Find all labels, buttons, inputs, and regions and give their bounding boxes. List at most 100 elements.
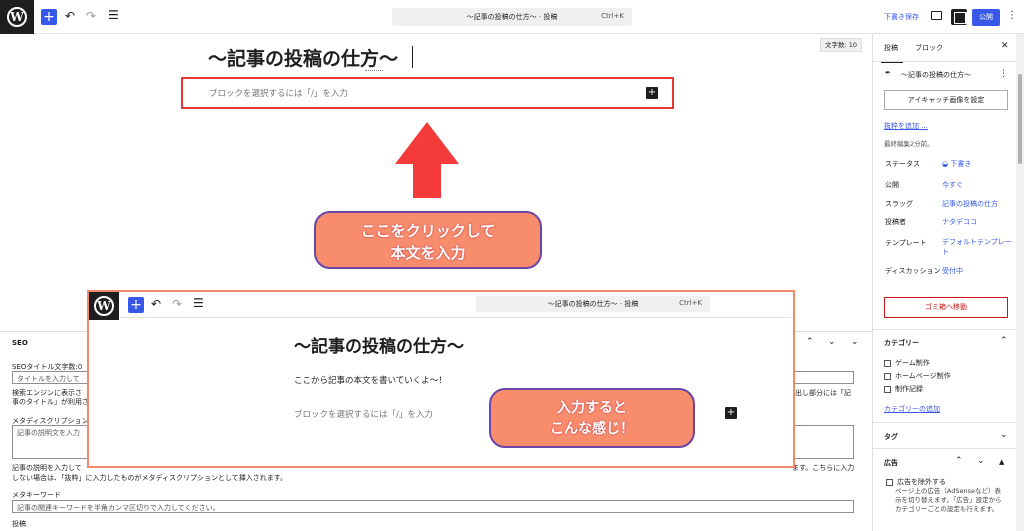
- command-title: 〜記事の投稿の仕方〜 · 投稿: [547, 300, 639, 308]
- category-item[interactable]: ホームページ制作: [884, 371, 951, 381]
- add-category-link[interactable]: カテゴリーの追加: [884, 404, 940, 414]
- preview-icon[interactable]: [931, 11, 942, 20]
- command-palette: 〜記事の投稿の仕方〜 · 投稿 Ctrl+K: [476, 296, 710, 312]
- publish-button[interactable]: 公開: [972, 9, 1000, 26]
- seo-title-help-right: 出し部分には「記: [795, 389, 851, 397]
- undo-icon[interactable]: ↶: [65, 9, 75, 23]
- post-options-icon[interactable]: ⋮: [999, 69, 1008, 79]
- meta-description-help: しない場合は、「抜粋」に入力したものがメタディスクリプションとして挿入されます。: [12, 474, 288, 482]
- inset-block-placeholder: ブロックを選択するには「/」を入力: [294, 410, 433, 420]
- divider: [873, 329, 1017, 330]
- checkbox[interactable]: [884, 385, 891, 393]
- triangle-up-icon[interactable]: ▲: [999, 458, 1004, 466]
- command-shortcut: Ctrl+K: [601, 12, 624, 20]
- status-value[interactable]: ◒ 下書き: [942, 159, 1014, 169]
- category-label: ゲーム制作: [895, 359, 930, 367]
- chevron-down-icon[interactable]: ⌄: [851, 337, 859, 347]
- divider: [873, 61, 1017, 62]
- chevron-down-icon[interactable]: ⌄: [1000, 430, 1008, 440]
- redo-icon[interactable]: ↷: [86, 9, 96, 23]
- category-heading[interactable]: カテゴリー: [884, 338, 919, 348]
- wordpress-logo-icon: W: [89, 292, 119, 320]
- meta-description-help: 記事の説明を入力して: [12, 464, 82, 472]
- redo-icon: ↷: [172, 297, 183, 311]
- ad-exclude-option[interactable]: 広告を除外する: [886, 477, 946, 487]
- sidebar-scrollbar[interactable]: [1016, 34, 1024, 531]
- template-value[interactable]: デフォルトテンプレート: [942, 237, 1014, 257]
- seo-title-help: 事のタイトル」が利用さ: [12, 398, 89, 406]
- author-value[interactable]: ナタデココ: [942, 217, 1014, 227]
- tab-post[interactable]: 投稿: [884, 43, 898, 53]
- featured-image-button[interactable]: アイキャッチ画像を設定: [884, 90, 1008, 110]
- block-inserter-button[interactable]: +: [646, 87, 658, 99]
- title-underline: [365, 70, 383, 71]
- checkbox[interactable]: [886, 478, 893, 486]
- callout-line: 本文を入力: [390, 244, 466, 262]
- discussion-value[interactable]: 受付中: [942, 266, 1014, 276]
- slug-value[interactable]: 記事の投稿の仕方: [942, 199, 1014, 209]
- checkbox[interactable]: [884, 372, 891, 380]
- post-footer-label: 投稿: [12, 520, 26, 528]
- status-label: ステータス: [885, 160, 920, 168]
- author-label: 投稿者: [885, 218, 906, 226]
- command-title: 〜記事の投稿の仕方〜 · 投稿: [466, 13, 558, 21]
- template-label: テンプレート: [885, 239, 927, 247]
- inset-toolbar: W + ↶ ↷ ☰ 〜記事の投稿の仕方〜 · 投稿 Ctrl+K: [89, 292, 793, 320]
- meta-keyword-label: メタキーワード: [12, 491, 61, 499]
- chevron-up-icon[interactable]: ⌃: [1000, 336, 1008, 346]
- empty-block-highlight[interactable]: ブロックを選択するには「/」を入力 +: [181, 77, 674, 109]
- last-edited-text: 最終編集2分前。: [884, 140, 934, 148]
- result-example-screenshot: W + ↶ ↷ ☰ 〜記事の投稿の仕方〜 · 投稿 Ctrl+K 〜記事の投稿の…: [87, 290, 795, 468]
- tab-block[interactable]: ブロック: [915, 43, 943, 53]
- chevron-down-icon[interactable]: ⌄: [977, 456, 985, 466]
- close-icon[interactable]: ✕: [1001, 41, 1009, 51]
- callout-line: 入力すると: [557, 400, 627, 416]
- block-inserter-button: +: [725, 407, 737, 419]
- add-excerpt-link[interactable]: 抜粋を追加 ...: [884, 121, 928, 131]
- category-label: ホームページ制作: [895, 372, 951, 380]
- divider: [873, 422, 1017, 423]
- chevron-up-icon[interactable]: ⌃: [806, 337, 814, 347]
- command-palette[interactable]: 〜記事の投稿の仕方〜 · 投稿 Ctrl+K: [392, 8, 632, 26]
- add-block-button: +: [128, 297, 144, 313]
- scrollbar-thumb[interactable]: [1018, 74, 1022, 164]
- ad-heading[interactable]: 広告: [884, 458, 898, 468]
- block-placeholder: ブロックを選択するには「/」を入力: [209, 89, 348, 99]
- checkbox[interactable]: [884, 359, 891, 367]
- post-pen-icon: ✒: [885, 69, 891, 77]
- wordpress-logo-icon[interactable]: W: [0, 0, 34, 34]
- seo-title-placeholder: タイトルを入力して: [17, 375, 80, 383]
- text-caret: [412, 46, 413, 68]
- add-block-button[interactable]: +: [41, 9, 57, 25]
- discussion-label: ディスカッション: [885, 267, 941, 275]
- command-shortcut: Ctrl+K: [679, 299, 702, 307]
- tag-heading[interactable]: タグ: [884, 432, 898, 442]
- more-options-icon[interactable]: ⋮: [1007, 10, 1017, 21]
- ad-help-text: ページ上の広告（AdSenseなど）表示を切り替えます。「広告」設定からカテゴリ…: [895, 487, 1002, 513]
- inset-body-text: ここから記事の本文を書いていくよ〜！: [294, 376, 447, 386]
- chevron-down-icon[interactable]: ⌄: [828, 337, 836, 347]
- callout-line: こんな感じ！: [550, 421, 634, 437]
- result-callout: 入力すると こんな感じ！: [489, 388, 695, 448]
- meta-keyword-input[interactable]: 記事の関連キーワードを半角カンマ区切りで入力してください。: [12, 500, 854, 513]
- seo-heading: SEO: [12, 339, 28, 347]
- meta-description-help-right: ます。こちらに入力: [792, 464, 855, 472]
- category-item[interactable]: ゲーム制作: [884, 358, 930, 368]
- publish-label: 公開: [885, 181, 899, 189]
- category-label: 制作記録: [895, 385, 923, 393]
- settings-toggle-button[interactable]: [951, 9, 969, 25]
- slug-label: スラッグ: [885, 200, 913, 208]
- sidebar-post-title: 〜記事の投稿の仕方〜: [901, 71, 971, 79]
- post-title[interactable]: 〜記事の投稿の仕方〜: [208, 44, 398, 71]
- word-count-badge: 文字数: 10: [820, 38, 862, 52]
- chevron-up-icon[interactable]: ⌃: [955, 456, 963, 466]
- undo-icon: ↶: [151, 297, 162, 311]
- move-to-trash-button[interactable]: ゴミ箱へ移動: [884, 297, 1008, 318]
- save-draft-button[interactable]: 下書き保存: [884, 12, 919, 22]
- publish-value[interactable]: 今すぐ: [942, 180, 1014, 190]
- document-overview-icon[interactable]: ☰: [108, 8, 119, 22]
- ad-exclude-label: 広告を除外する: [897, 478, 946, 486]
- category-item[interactable]: 制作記録: [884, 384, 923, 394]
- meta-description-placeholder: 記事の説明文を入力: [17, 429, 80, 437]
- up-arrow-icon: [395, 122, 459, 198]
